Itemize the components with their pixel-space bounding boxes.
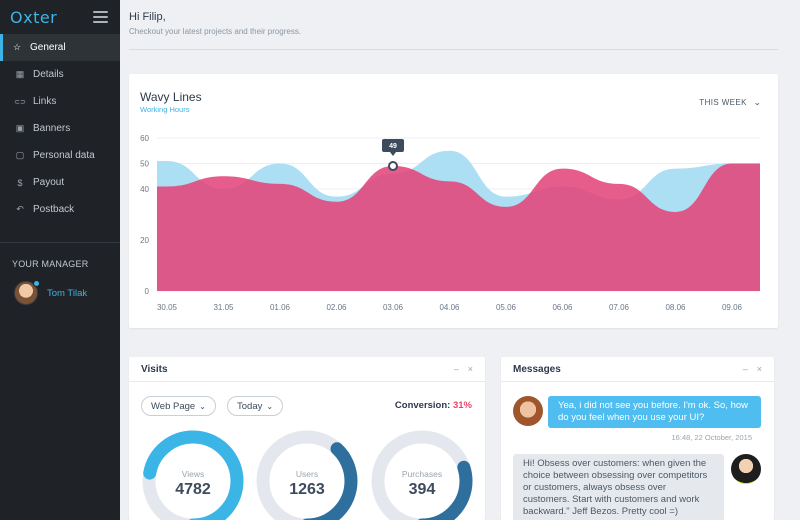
sidebar-item-label: Banners [33, 123, 71, 134]
conversion-value: 31% [452, 400, 472, 411]
header-divider [129, 49, 778, 50]
avatar[interactable] [14, 280, 40, 305]
sidebar-item-details[interactable]: ▦ Details [0, 61, 120, 88]
card-controls: – × [743, 364, 762, 374]
source-dropdown[interactable]: Web Page ⌄ [141, 396, 216, 416]
sidebar-item-payout[interactable]: $ Payout [0, 169, 120, 196]
page-greeting: Hi Filip, [129, 11, 166, 23]
x-tick-label: 07.06 [609, 303, 630, 312]
close-icon[interactable]: × [468, 364, 473, 374]
source-dropdown-value: Web Page [151, 400, 196, 412]
sidebar-item-links[interactable]: ⊂⊃ Links [0, 88, 120, 115]
y-tick-label: 0 [145, 287, 150, 296]
manager-name[interactable]: Tom Tilak [47, 288, 87, 299]
x-tick-label: 04.06 [439, 303, 460, 312]
donut-value: 4782 [175, 481, 211, 498]
donut-views: Views 4782 [142, 430, 244, 520]
period-label: THIS WEEK [699, 98, 747, 107]
sidebar-item-postback[interactable]: ↶ Postback [0, 196, 120, 223]
x-tick-label: 08.06 [665, 303, 686, 312]
donut-value: 394 [408, 481, 436, 498]
sidebar-item-general[interactable]: ☆ General [0, 34, 120, 61]
donut-users: Users 1263 [256, 430, 358, 520]
card-controls: – × [454, 364, 473, 374]
chart-subtitle: Working Hours [140, 105, 190, 114]
x-tick-label: 02.06 [326, 303, 347, 312]
messages-title: Messages [513, 363, 561, 375]
chart-card: 0 20 40 50 60 30.05 31.05 01.06 02.06 03.06 04.06 0… [129, 74, 778, 328]
incoming-message: Yea, i did not see you before. I'm ok. S… [548, 396, 761, 428]
visits-card: Visits – × Web Page ⌄ Today ⌄ Conversion… [129, 357, 485, 520]
message-timestamp: 16:48, 22 October, 2015 [671, 433, 752, 442]
lock-icon: ▢ [15, 150, 25, 160]
x-tick-label: 03.06 [383, 303, 404, 312]
back-icon: ↶ [16, 204, 24, 214]
manager-profile[interactable]: Tom Tilak [0, 269, 120, 305]
avatar[interactable] [513, 396, 543, 426]
donut-label: Purchases [401, 469, 443, 479]
avatar[interactable] [731, 454, 761, 484]
visits-header: Visits – × [129, 357, 485, 382]
x-tick-label: 05.06 [496, 303, 517, 312]
messages-header: Messages – × [501, 357, 774, 382]
chart-title: Wavy Lines [140, 90, 202, 104]
menu-icon[interactable] [93, 11, 108, 23]
sidebar-item-banners[interactable]: ▣ Banners [0, 115, 120, 142]
sidebar-item-label: Postback [33, 204, 75, 215]
x-tick-label: 09.06 [722, 303, 743, 312]
close-icon[interactable]: × [757, 364, 762, 374]
messages-card: Messages – × Yea, i did not see you befo… [501, 357, 774, 520]
manager-title: YOUR MANAGER [12, 259, 89, 269]
grid-icon: ▦ [15, 69, 25, 79]
area-chart: 0 20 40 50 60 30.05 31.05 01.06 02.06 03.06 04.06 0… [140, 134, 760, 312]
y-tick-label: 60 [140, 134, 149, 143]
sidebar: Oxter ☆ General ▦ Details ⊂⊃ Links ▣ Ban… [0, 0, 120, 520]
range-dropdown-value: Today [237, 400, 263, 412]
chevron-down-icon: ⌄ [753, 98, 762, 107]
outgoing-message: Hi! Obsess over customers: when given th… [513, 454, 724, 520]
star-icon: ☆ [12, 42, 22, 52]
visits-title: Visits [141, 363, 168, 375]
brand-bar: Oxter [0, 0, 120, 34]
conversion-stat: Conversion: 31% [395, 400, 472, 411]
tooltip-marker [388, 161, 398, 172]
tooltip-label: 49 [389, 143, 397, 150]
donut-value: 1263 [289, 481, 325, 498]
sidebar-nav: ☆ General ▦ Details ⊂⊃ Links ▣ Banners ▢… [0, 34, 120, 223]
minimize-icon[interactable]: – [454, 364, 459, 374]
sidebar-item-label: Links [33, 96, 57, 107]
sidebar-item-label: General [30, 42, 66, 53]
y-tick-label: 50 [140, 160, 149, 169]
x-tick-label: 30.05 [157, 303, 178, 312]
banner-icon: ▣ [15, 123, 25, 133]
chevron-down-icon: ⌄ [199, 401, 206, 411]
y-tick-label: 40 [140, 185, 149, 194]
tooltip-pointer [390, 152, 396, 157]
page-subtitle: Checkout your latest projects and their … [129, 27, 302, 36]
period-dropdown[interactable]: THIS WEEK ⌄ [699, 98, 761, 107]
conversion-label: Conversion: [394, 400, 451, 411]
x-tick-label: 06.06 [552, 303, 573, 312]
link-icon: ⊂⊃ [14, 98, 26, 106]
x-tick-label: 01.06 [270, 303, 291, 312]
sidebar-item-label: Details [33, 69, 64, 80]
online-indicator [33, 280, 40, 287]
donut-purchases: Purchases 394 [371, 430, 473, 520]
minimize-icon[interactable]: – [743, 364, 748, 374]
sidebar-item-personal-data[interactable]: ▢ Personal data [0, 142, 120, 169]
sidebar-item-label: Personal data [33, 150, 95, 161]
donut-label: Views [181, 469, 205, 479]
y-tick-label: 20 [140, 236, 149, 245]
sidebar-item-label: Payout [33, 177, 65, 188]
donut-label: Users [295, 469, 319, 479]
dollar-icon: $ [17, 177, 23, 188]
x-tick-label: 31.05 [213, 303, 234, 312]
chevron-down-icon: ⌄ [266, 401, 274, 411]
range-dropdown[interactable]: Today ⌄ [227, 396, 284, 416]
app-logo[interactable]: Oxter [10, 8, 57, 27]
